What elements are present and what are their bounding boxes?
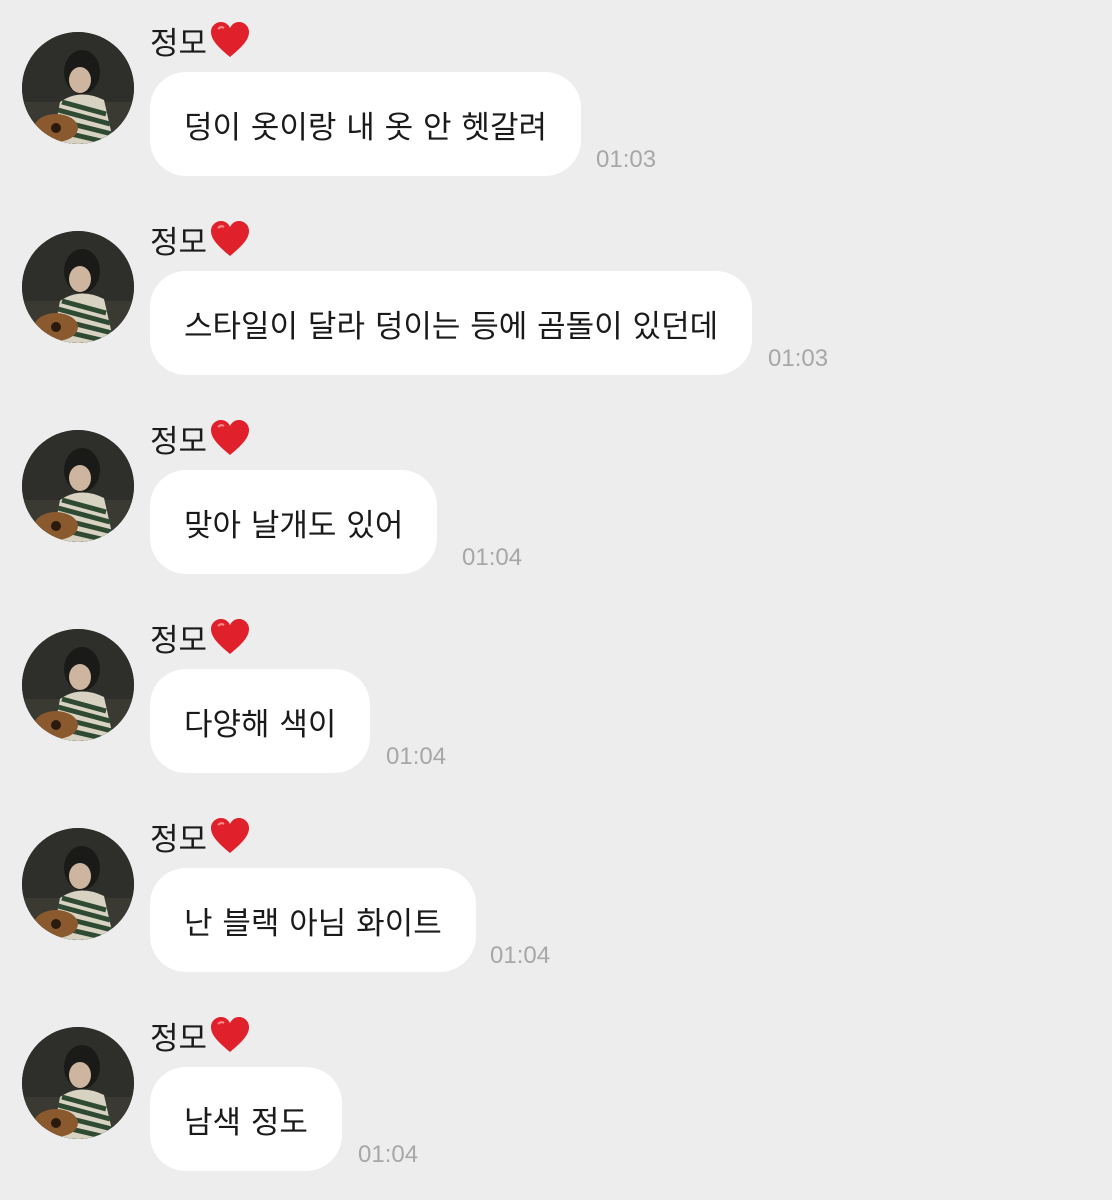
heart-icon <box>211 1017 250 1052</box>
message-bubble[interactable]: 맞아 날개도 있어 <box>150 470 438 574</box>
message-timestamp: 01:03 <box>596 146 657 173</box>
avatar-photo-icon <box>22 828 134 940</box>
sender-label: 정모 <box>150 814 250 858</box>
message-row: 정모 남색 정도 01:04 <box>0 995 1112 1194</box>
heart-icon <box>211 420 250 455</box>
avatar[interactable] <box>22 828 134 940</box>
sender-name: 정모 <box>150 224 208 261</box>
avatar-photo-icon <box>22 629 134 741</box>
message-timestamp: 01:04 <box>386 743 447 770</box>
sender-name: 정모 <box>150 25 208 62</box>
avatar-photo-icon <box>22 1027 134 1139</box>
avatar[interactable] <box>22 430 134 542</box>
chat-view: 정모 덩이 옷이랑 내 옷 안 헷갈려 01:03 정모 스타일이 달라 덩이는… <box>0 0 1112 1200</box>
sender-name: 정모 <box>150 821 208 858</box>
message-row: 정모 맞아 날개도 있어 01:04 <box>0 398 1112 597</box>
avatar-photo-icon <box>22 430 134 542</box>
message-timestamp: 01:03 <box>768 345 829 372</box>
avatar[interactable] <box>22 32 134 144</box>
message-timestamp: 01:04 <box>490 942 551 969</box>
message-bubble[interactable]: 남색 정도 <box>150 1067 342 1171</box>
sender-label: 정모 <box>150 416 250 460</box>
message-row: 정모 난 블랙 아님 화이트 01:04 <box>0 796 1112 995</box>
avatar-photo-icon <box>22 231 134 343</box>
message-bubble[interactable]: 난 블랙 아님 화이트 <box>150 868 476 972</box>
heart-icon <box>211 619 250 654</box>
message-bubble[interactable]: 덩이 옷이랑 내 옷 안 헷갈려 <box>150 72 581 176</box>
sender-name: 정모 <box>150 1020 208 1057</box>
heart-icon <box>211 818 250 853</box>
message-timestamp: 01:04 <box>462 544 523 571</box>
avatar[interactable] <box>22 629 134 741</box>
message-row: 정모 다양해 색이 01:04 <box>0 597 1112 796</box>
sender-name: 정모 <box>150 622 208 659</box>
sender-label: 정모 <box>150 217 250 261</box>
sender-label: 정모 <box>150 1013 250 1057</box>
sender-label: 정모 <box>150 18 250 62</box>
message-row: 정모 스타일이 달라 덩이는 등에 곰돌이 있던데 01:03 <box>0 199 1112 398</box>
sender-label: 정모 <box>150 615 250 659</box>
message-timestamp: 01:04 <box>358 1141 419 1168</box>
message-bubble[interactable]: 스타일이 달라 덩이는 등에 곰돌이 있던데 <box>150 271 753 375</box>
avatar[interactable] <box>22 231 134 343</box>
sender-name: 정모 <box>150 423 208 460</box>
message-row: 정모 덩이 옷이랑 내 옷 안 헷갈려 01:03 <box>0 0 1112 199</box>
avatar[interactable] <box>22 1027 134 1139</box>
heart-icon <box>211 221 250 256</box>
heart-icon <box>211 22 250 57</box>
message-bubble[interactable]: 다양해 색이 <box>150 669 371 773</box>
avatar-photo-icon <box>22 32 134 144</box>
